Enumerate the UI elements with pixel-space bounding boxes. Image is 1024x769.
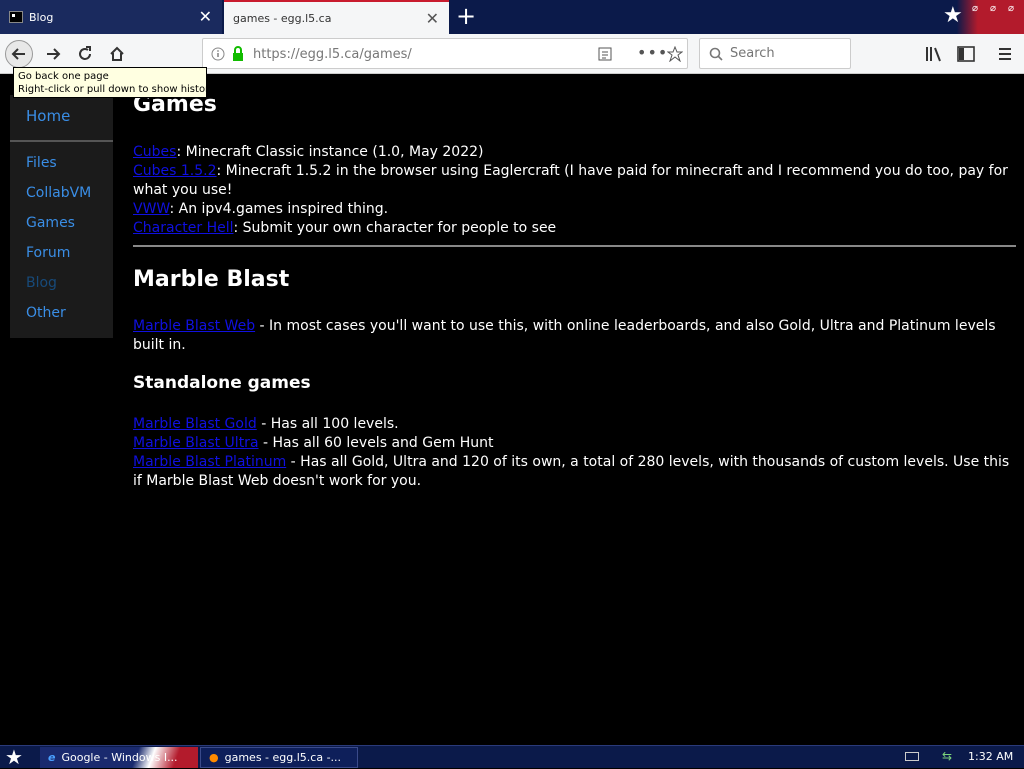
- search-input[interactable]: [730, 46, 840, 61]
- page-actions-icon[interactable]: •••: [637, 43, 668, 62]
- nav-divider: [10, 140, 113, 142]
- tab-strip: Blog ✕ games - egg.l5.ca ✕ + ★ ⌀ ⌀ ⌀: [0, 0, 1024, 34]
- close-window-icon[interactable]: ⌀: [1008, 3, 1014, 14]
- bookmark-star-icon[interactable]: [667, 46, 683, 62]
- close-tab-icon[interactable]: ✕: [199, 9, 212, 25]
- game-link[interactable]: Marble Blast Gold: [133, 416, 257, 432]
- home-button[interactable]: [103, 40, 131, 68]
- game-link[interactable]: VWW: [133, 201, 169, 217]
- maximize-icon[interactable]: ⌀: [990, 3, 996, 14]
- sidebar-toggle-icon[interactable]: [957, 46, 975, 62]
- game-description: : Submit your own character for people t…: [233, 220, 557, 236]
- internet-explorer-icon: e: [48, 751, 56, 764]
- nav-link-home[interactable]: Home: [26, 107, 70, 125]
- url-bar[interactable]: https://egg.l5.ca/games/ •••: [202, 38, 688, 69]
- arrow-right-icon: [47, 48, 61, 60]
- nav-link-collabvm[interactable]: CollabVM: [26, 185, 91, 201]
- minimize-icon[interactable]: ⌀: [972, 3, 978, 14]
- keyboard-icon[interactable]: [905, 752, 919, 761]
- subsection-heading: Standalone games: [133, 373, 311, 393]
- star-icon: ★: [943, 3, 963, 28]
- game-description: : Minecraft 1.5.2 in the browser using E…: [133, 163, 1008, 198]
- game-link[interactable]: Character Hell: [133, 220, 234, 236]
- section-divider: [133, 245, 1016, 247]
- standalone-entry: Marble Blast Platinum - Has all Gold, Ul…: [133, 453, 1016, 491]
- search-icon: [709, 47, 723, 61]
- taskbar-item-firefox[interactable]: ● games - egg.l5.ca -...: [200, 747, 358, 768]
- back-button-tooltip: Go back one page Right-click or pull dow…: [13, 67, 216, 98]
- taskbar-item-label: games - egg.l5.ca -...: [224, 751, 342, 764]
- game-link[interactable]: Marble Blast Ultra: [133, 435, 259, 451]
- game-entry: Cubes: Minecraft Classic instance (1.0, …: [133, 143, 1016, 162]
- info-icon[interactable]: [211, 47, 225, 61]
- new-tab-button[interactable]: +: [454, 4, 478, 28]
- reader-view-icon[interactable]: [598, 47, 612, 61]
- tab-games[interactable]: games - egg.l5.ca ✕: [224, 0, 449, 34]
- game-description: - In most cases you'll want to use this,…: [133, 318, 996, 353]
- game-description: : An ipv4.games inspired thing.: [169, 201, 389, 217]
- section-heading: Marble Blast: [133, 267, 290, 292]
- network-icon[interactable]: ⇆: [942, 749, 952, 763]
- blog-favicon-icon: [9, 11, 23, 23]
- lock-icon[interactable]: [231, 46, 245, 62]
- tab-title: Blog: [29, 10, 54, 24]
- game-description: - Has all 100 levels.: [256, 416, 399, 432]
- nav-link-blog[interactable]: Blog: [26, 275, 57, 291]
- standalone-entry: Marble Blast Gold - Has all 100 levels.: [133, 415, 1016, 434]
- back-button[interactable]: [5, 40, 33, 68]
- nav-link-files[interactable]: Files: [26, 155, 57, 171]
- game-description: - Has all 60 levels and Gem Hunt: [258, 435, 494, 451]
- nav-link-forum[interactable]: Forum: [26, 245, 70, 261]
- taskbar-item-label: Google - Windows I...: [61, 751, 178, 764]
- game-entry: Cubes 1.5.2: Minecraft 1.5.2 in the brow…: [133, 162, 1016, 200]
- nav-link-games[interactable]: Games: [26, 215, 75, 231]
- nav-link-other[interactable]: Other: [26, 305, 66, 321]
- menu-icon[interactable]: [997, 46, 1013, 62]
- forward-button[interactable]: [39, 40, 67, 68]
- tab-blog[interactable]: Blog ✕: [0, 0, 222, 34]
- game-entry: Character Hell: Submit your own characte…: [133, 219, 1016, 238]
- game-entry: VWW: An ipv4.games inspired thing.: [133, 200, 1016, 219]
- start-button[interactable]: ★: [5, 746, 23, 768]
- tooltip-line: Right-click or pull down to show history: [18, 84, 216, 95]
- url-text: https://egg.l5.ca/games/: [253, 47, 412, 62]
- home-icon: [110, 46, 124, 61]
- game-link[interactable]: Marble Blast Web: [133, 318, 255, 334]
- page-content: Home Files CollabVM Games Forum Blog Oth…: [0, 75, 1024, 745]
- arrow-left-icon: [11, 48, 25, 60]
- game-link[interactable]: Cubes: [133, 144, 176, 160]
- game-link[interactable]: Marble Blast Platinum: [133, 454, 286, 470]
- firefox-icon: ●: [209, 751, 219, 764]
- taskbar-item-ie[interactable]: e Google - Windows I...: [40, 747, 198, 768]
- reload-button[interactable]: [71, 40, 99, 68]
- reload-icon: [79, 46, 91, 60]
- tab-title: games - egg.l5.ca: [233, 11, 332, 25]
- taskbar: ★ e Google - Windows I... ● games - egg.…: [0, 745, 1024, 768]
- close-tab-icon[interactable]: ✕: [426, 11, 439, 27]
- search-bar[interactable]: [699, 38, 851, 69]
- site-nav: Home Files CollabVM Games Forum Blog Oth…: [10, 95, 113, 338]
- game-link[interactable]: Cubes 1.5.2: [133, 163, 217, 179]
- clock[interactable]: 1:32 AM: [968, 750, 1013, 763]
- standalone-entry: Marble Blast Ultra - Has all 60 levels a…: [133, 434, 1016, 453]
- library-icon[interactable]: [925, 46, 943, 62]
- marble-web-entry: Marble Blast Web - In most cases you'll …: [133, 317, 1016, 355]
- game-description: : Minecraft Classic instance (1.0, May 2…: [176, 144, 484, 160]
- tooltip-line: Go back one page: [18, 71, 109, 82]
